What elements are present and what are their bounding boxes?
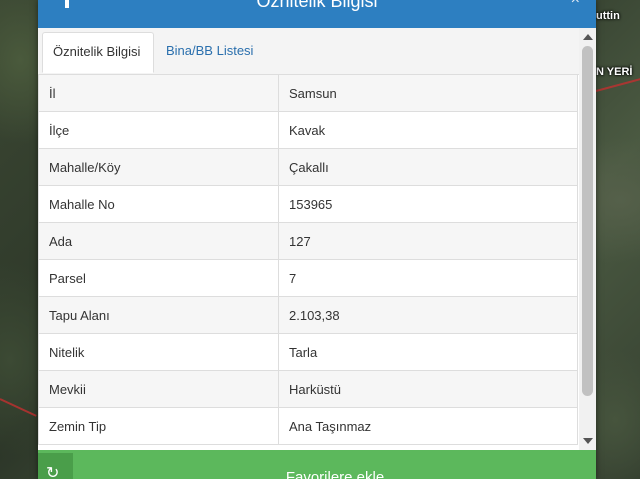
map-label: N YERİ (596, 66, 633, 78)
tab-attribute-info[interactable]: Öznitelik Bilgisi (42, 32, 154, 73)
attribute-key: Mahalle No (38, 185, 279, 223)
table-row: Mahalle No 153965 (38, 185, 578, 223)
tab-building-list[interactable]: Bina/BB Listesi (156, 32, 263, 73)
attribute-table-container: İl Samsun İlçe Kavak Mahalle/Köy Çakallı Mahal… (38, 74, 578, 450)
attribute-key: Zemin Tip (38, 407, 279, 445)
scrollbar[interactable] (579, 28, 596, 450)
table-row: İlçe Kavak (38, 111, 578, 149)
attribute-table: İl Samsun İlçe Kavak Mahalle/Köy Çakallı Mahal… (38, 74, 578, 445)
table-row: Mahalle/Köy Çakallı (38, 148, 578, 186)
table-row: Parsel 7 (38, 259, 578, 297)
table-row: Mevkii Harküstü (38, 370, 578, 408)
attribute-key: Nitelik (38, 333, 279, 371)
attribute-key: Ada (38, 222, 279, 260)
attribute-value: Çakallı (278, 148, 578, 186)
attribute-value: Ana Taşınmaz (278, 407, 578, 445)
dialog-title: Öznitelik Bilgisi (256, 0, 378, 11)
table-row: Zemin Tip Ana Taşınmaz (38, 407, 578, 445)
attribute-value: Kavak (278, 111, 578, 149)
attribute-value: Tarla (278, 333, 578, 371)
refresh-button[interactable]: ↻ (38, 453, 73, 479)
attribute-key: Parsel (38, 259, 279, 297)
refresh-icon: ↻ (46, 465, 60, 479)
table-row: Ada 127 (38, 222, 578, 260)
attribute-value: 2.103,38 (278, 296, 578, 334)
attribute-value: 153965 (278, 185, 578, 223)
table-row: Nitelik Tarla (38, 333, 578, 371)
attribute-key: İlçe (38, 111, 279, 149)
table-row: İl Samsun (38, 74, 578, 112)
dialog-header: Öznitelik Bilgisi × (38, 0, 596, 28)
tab-bar: Öznitelik Bilgisi Bina/BB Listesi (38, 28, 596, 75)
attribute-info-dialog: Öznitelik Bilgisi × Öznitelik Bilgisi Bi… (38, 0, 596, 479)
attribute-key: Mevkii (38, 370, 279, 408)
attribute-value: Harküstü (278, 370, 578, 408)
map-label: uttin (596, 10, 620, 22)
attribute-value: 7 (278, 259, 578, 297)
close-icon[interactable]: × (571, 0, 580, 9)
attribute-key: Mahalle/Köy (38, 148, 279, 186)
add-to-favorites-button[interactable]: Favorilere ekle (74, 450, 596, 479)
dialog-footer: ↻ Favorilere ekle (38, 450, 596, 479)
attribute-key: Tapu Alanı (38, 296, 279, 334)
attribute-value: Samsun (278, 74, 578, 112)
scrollbar-thumb[interactable] (582, 46, 593, 396)
scroll-up-arrow-icon[interactable] (583, 34, 593, 40)
scroll-down-arrow-icon[interactable] (583, 438, 593, 444)
attribute-value: 127 (278, 222, 578, 260)
attribute-key: İl (38, 74, 279, 112)
table-row: Tapu Alanı 2.103,38 (38, 296, 578, 334)
